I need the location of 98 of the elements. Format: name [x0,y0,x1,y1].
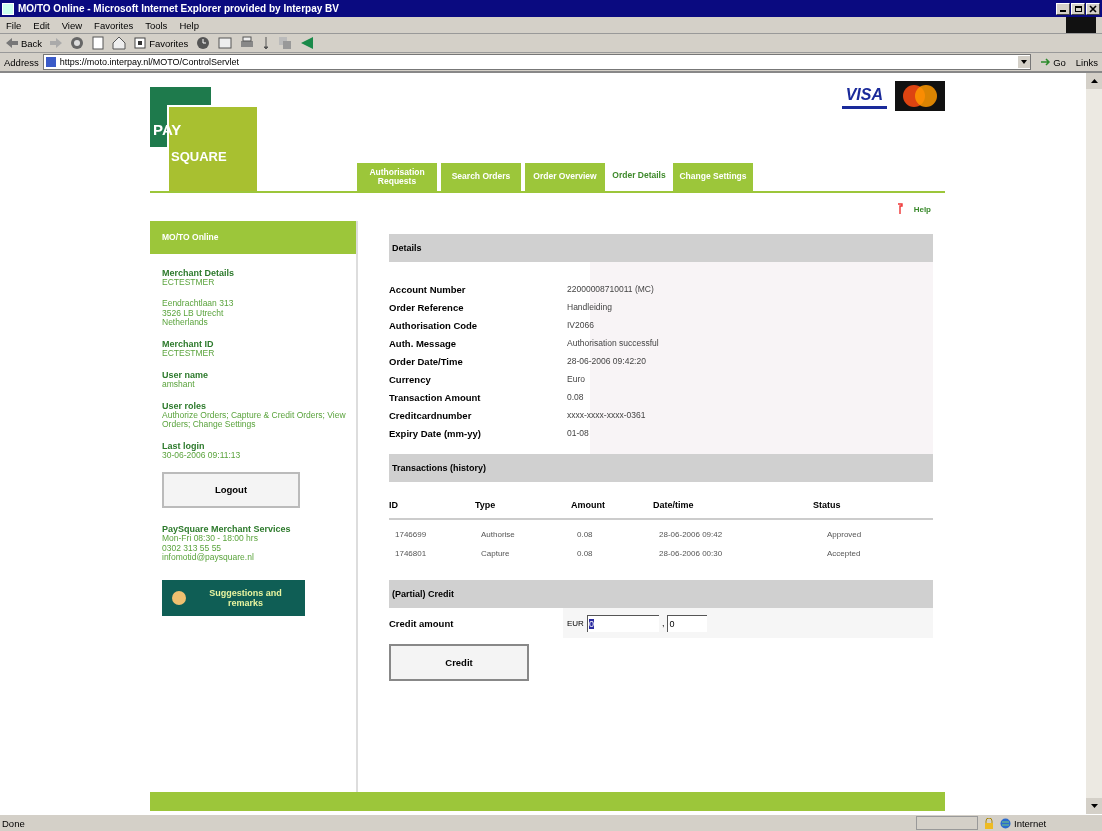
menu-item[interactable]: Edit [33,19,50,31]
menu-item[interactable]: Favorites [94,19,134,31]
amount-field[interactable]: 0 [586,614,659,632]
history-icon[interactable] [196,36,211,50]
field-value: xxxx-xxxx-xxxx-0361 [567,410,646,420]
field-value: 0.08 [567,392,584,402]
table-cell-text: Accepted [826,549,862,558]
address-label: Address [4,56,39,68]
back-button[interactable]: Back [6,37,43,49]
column-header: Type [475,500,497,510]
cents-field[interactable]: 0 [667,614,708,632]
lightbulb-icon [172,591,186,606]
info-heading: User roles [162,400,208,411]
table-cell-text: 1746801 [395,549,428,558]
home-icon[interactable] [112,36,127,50]
page-icon [45,57,56,67]
menu-item[interactable]: Help [179,19,199,31]
column-header: Date/time [653,500,695,510]
vertical-scrollbar[interactable] [1086,73,1102,814]
info-text: 30-06-2006 09:11:13 [162,451,242,461]
scroll-up-button[interactable] [1086,73,1102,89]
info-text: ECTESTMER [162,278,216,288]
field-value: 01-08 [567,428,589,438]
field-label: Transaction Amount [389,391,482,403]
field-label: Creditcardnumber [389,409,473,421]
column-header: Amount [571,500,606,510]
info-text: ECTESTMER [162,349,216,359]
info-text: Eendrachtlaan 313 [162,298,235,309]
table-cell-text: 0.08 [577,530,594,539]
table-cell-text: 28-06-2006 09:42 [659,530,724,539]
arrow-icon [1041,58,1052,66]
info-heading: Last login [162,441,206,452]
favorites-button[interactable]: Favorites [134,37,189,49]
zone-indicator: Internet [1000,817,1100,829]
info-heading: Merchant ID [162,339,215,350]
mastercard-logo [895,81,945,111]
contact-heading: PaySquare Merchant Services [162,523,292,534]
window-title: MO/TO Online - Microsoft Internet Explorer provided by Interpay BV [18,3,340,14]
field-label: Order Reference [389,301,465,313]
field-value: 28-06-2006 09:42:20 [567,356,646,366]
sidebar-header: MO/TO Online [150,221,356,254]
info-text: Authorize Orders; Capture & Credit Orders; View Orders; Change Settings [162,410,346,431]
field-label: Auth. Message [389,337,458,349]
field-label: Currency [389,373,432,385]
status-text: Done [2,817,26,829]
info-heading: Merchant Details [162,268,236,278]
info-text: 3526 LB Utrecht [162,308,225,318]
up-arrow-icon [1090,79,1098,83]
table-cell-text: 28-06-2006 00:30 [659,549,724,558]
column-header: Status [813,500,842,510]
suggestions-button[interactable]: Suggestions and remarks [162,580,305,617]
field-value: IV2066 [567,320,594,330]
contact-text: 0302 313 55 55 [162,543,223,553]
menu-item[interactable]: File [6,19,22,31]
field-label: Order Date/Time [389,355,464,367]
contact-text: infomotid@paysquare.nl [162,553,255,564]
currency-label: EUR [567,618,584,628]
scroll-down-button[interactable] [1086,798,1102,814]
help-link[interactable]: Help [895,203,931,215]
field-label: Credit amount [389,617,455,629]
address-field[interactable]: https://moto.interpay.nl/MOTO/ControlServlet [42,54,1032,70]
column-header: ID [389,500,399,510]
info-text: amshant [162,379,196,390]
field-value: Authorisation successful [567,338,659,348]
back-arrow-icon [6,38,18,48]
logout-button[interactable]: Logout [162,471,300,508]
field-value: Euro [567,374,585,384]
status-panel [916,816,978,830]
field-label: Account Number [389,283,467,295]
field-label: Expiry Date (mm-yy) [389,427,482,439]
down-arrow-icon [1090,804,1098,808]
info-heading: User name [162,369,210,380]
maximize-button[interactable] [1071,2,1085,15]
decimal-separator: , [661,618,665,628]
minimize-button[interactable] [1056,2,1070,15]
table-cell-text: Authorise [481,530,516,539]
table-cell-text: 0.08 [577,549,594,558]
section-header: Transactions (history) [389,454,933,482]
field-value: 22000008710011 (MC) [567,284,654,294]
credit-button[interactable]: Credit [389,644,529,681]
table-cell-text: Capture [481,549,511,558]
close-button[interactable] [1086,2,1100,15]
field-label: Authorisation Code [389,319,479,331]
menu-item[interactable]: Tools [145,19,168,31]
info-text: Netherlands [162,318,209,329]
help-icon [895,203,904,215]
printer-icon[interactable] [240,36,255,50]
table-cell-text: 1746699 [395,530,428,539]
field-value: Handleiding [567,302,612,312]
table-cell-text: Approved [826,530,863,539]
menu-item[interactable]: View [61,19,83,31]
go-button[interactable]: Go [1035,56,1072,68]
favorites-icon [134,37,147,49]
links-button[interactable]: Links [1075,56,1098,68]
browser-icon [2,2,14,15]
contact-text: Mon-Fri 08:30 - 18:00 hrs [162,533,259,544]
section-header: Details [389,234,933,262]
section-header: (Partial) Credit [389,580,933,608]
